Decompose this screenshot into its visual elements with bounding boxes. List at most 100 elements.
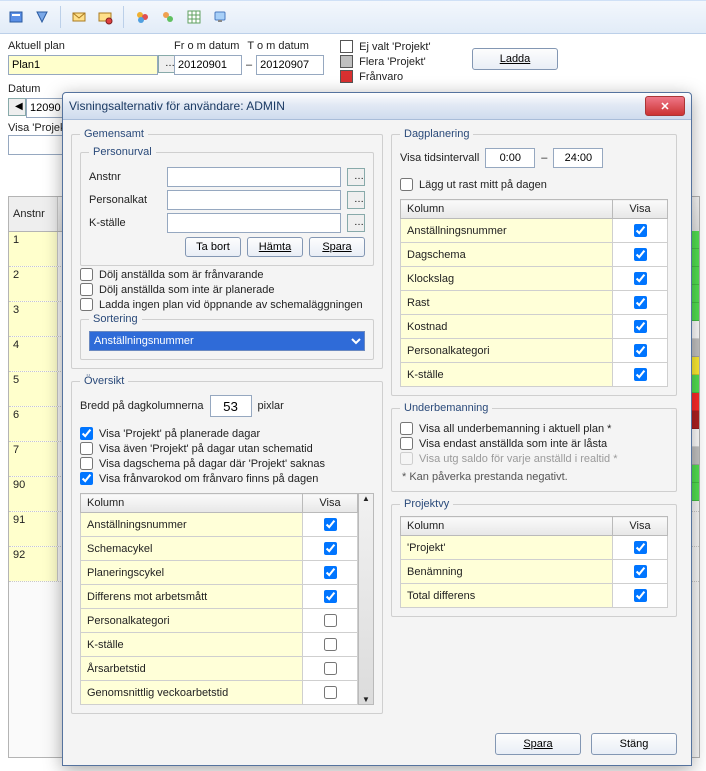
- table-cell-name: Personalkategori: [401, 339, 613, 363]
- toolbar-btn-4[interactable]: [93, 5, 117, 29]
- table-cell-name: Anställningsnummer: [81, 513, 303, 537]
- table-cell-name: K-ställe: [401, 363, 613, 387]
- lbl-ov-2: Visa även 'Projekt' på dagar utan schema…: [99, 443, 313, 455]
- separator: [60, 6, 61, 28]
- table-visa-checkbox[interactable]: [324, 686, 337, 699]
- chk-ov-3[interactable]: [80, 457, 93, 470]
- spara-urval-button[interactable]: Spara: [309, 237, 365, 257]
- projektvy-table[interactable]: KolumnVisa 'Projekt'BenämningTotal diffe…: [400, 516, 668, 608]
- plan-input[interactable]: [8, 55, 158, 75]
- lbl-hide-oplanerad: Dölj anställda som inte är planerade: [99, 284, 275, 296]
- to-date[interactable]: [256, 55, 324, 75]
- table-visa-checkbox[interactable]: [324, 542, 337, 555]
- legend-dag: Dagplanering: [400, 128, 473, 140]
- table-visa-checkbox[interactable]: [634, 224, 647, 237]
- scrollbar[interactable]: ▲▼: [358, 493, 374, 705]
- pick-personalkat[interactable]: …: [347, 191, 365, 209]
- datum-prev[interactable]: ◀: [8, 98, 26, 116]
- table-visa-checkbox[interactable]: [634, 589, 647, 602]
- row-number: 2: [9, 267, 58, 301]
- tabort-button[interactable]: Ta bort: [185, 237, 241, 257]
- table-visa-checkbox[interactable]: [634, 320, 647, 333]
- date-dash: –: [242, 59, 256, 71]
- row-number: 90: [9, 477, 58, 511]
- input-time-from[interactable]: [485, 148, 535, 168]
- toolbar-btn-2[interactable]: [30, 5, 54, 29]
- toolbar-btn-1[interactable]: [4, 5, 28, 29]
- ladda-button[interactable]: Ladda: [472, 48, 558, 70]
- table-visa-checkbox[interactable]: [324, 638, 337, 651]
- table-visa-checkbox[interactable]: [634, 272, 647, 285]
- chk-no-load[interactable]: [80, 298, 93, 311]
- tom-label: T o m datum: [247, 40, 309, 52]
- sort-select[interactable]: Anställningsnummer: [89, 331, 365, 351]
- th-visa: Visa: [613, 200, 668, 219]
- spara-button[interactable]: Spara: [495, 733, 581, 755]
- input-kstalle[interactable]: [167, 213, 341, 233]
- title-bar: Visningsalternativ för användare: ADMIN …: [63, 93, 691, 120]
- toolbar-btn-8[interactable]: [208, 5, 232, 29]
- table-cell-name: Total differens: [401, 584, 613, 608]
- input-personalkat[interactable]: [167, 190, 341, 210]
- lbl-intervall: Visa tidsintervall: [400, 152, 479, 164]
- chk-hide-franvaro[interactable]: [80, 268, 93, 281]
- table-cell-name: Planeringscykel: [81, 561, 303, 585]
- lbl-anstnr: Anstnr: [89, 171, 161, 183]
- table-visa-checkbox[interactable]: [634, 368, 647, 381]
- chk-ov-2[interactable]: [80, 442, 93, 455]
- toolbar-btn-3[interactable]: [67, 5, 91, 29]
- swatch-franvaro: [340, 70, 353, 83]
- lbl-rast: Lägg ut rast mitt på dagen: [419, 179, 547, 191]
- options-dialog: Visningsalternativ för användare: ADMIN …: [62, 92, 692, 766]
- table-visa-checkbox[interactable]: [634, 344, 647, 357]
- toolbar-btn-6[interactable]: [156, 5, 180, 29]
- table-visa-checkbox[interactable]: [324, 614, 337, 627]
- chk-ov-4[interactable]: [80, 472, 93, 485]
- lbl-personalkat: Personalkat: [89, 194, 161, 206]
- table-visa-checkbox[interactable]: [634, 565, 647, 578]
- chk-hide-oplanerad[interactable]: [80, 283, 93, 296]
- stang-button[interactable]: Stäng: [591, 733, 677, 755]
- dag-table[interactable]: KolumnVisa AnställningsnummerDagschemaKl…: [400, 199, 668, 387]
- col-anstnr: Anstnr: [9, 197, 58, 231]
- pick-anstnr[interactable]: …: [347, 168, 365, 186]
- input-bredd[interactable]: [210, 395, 252, 417]
- table-cell-name: Personalkategori: [81, 609, 303, 633]
- swatch-ej: [340, 40, 353, 53]
- pick-kstalle[interactable]: …: [347, 214, 365, 232]
- table-visa-checkbox[interactable]: [324, 662, 337, 675]
- row-number: 92: [9, 547, 58, 581]
- plan-header: Aktuell plan … Fr o m datum T o m datum …: [0, 34, 706, 83]
- chk-ov-1[interactable]: [80, 427, 93, 440]
- toolbar-btn-5[interactable]: [130, 5, 154, 29]
- input-time-to[interactable]: [553, 148, 603, 168]
- table-cell-name: Dagschema: [401, 243, 613, 267]
- swatch-flera: [340, 55, 353, 68]
- table-visa-checkbox[interactable]: [324, 518, 337, 531]
- chk-under-2[interactable]: [400, 437, 413, 450]
- input-anstnr[interactable]: [167, 167, 341, 187]
- table-visa-checkbox[interactable]: [634, 248, 647, 261]
- legend-personurval: Personurval: [89, 146, 156, 158]
- close-button[interactable]: ✕: [645, 96, 685, 116]
- oversikt-table[interactable]: KolumnVisa AnställningsnummerSchemacykel…: [80, 493, 358, 705]
- table-visa-checkbox[interactable]: [324, 566, 337, 579]
- table-visa-checkbox[interactable]: [634, 541, 647, 554]
- table-visa-checkbox[interactable]: [324, 590, 337, 603]
- toolbar-btn-7[interactable]: [182, 5, 206, 29]
- table-cell-name: Anställningsnummer: [401, 219, 613, 243]
- table-cell-name: Rast: [401, 291, 613, 315]
- dialog-title: Visningsalternativ för användare: ADMIN: [69, 99, 285, 113]
- group-oversikt: Översikt Bredd på dagkolumnerna pixlar V…: [71, 375, 383, 714]
- table-visa-checkbox[interactable]: [634, 296, 647, 309]
- row-number: 7: [9, 442, 58, 476]
- from-date[interactable]: [174, 55, 242, 75]
- chk-under-1[interactable]: [400, 422, 413, 435]
- legend-gemensamt: Gemensamt: [80, 128, 148, 140]
- th-visa: Visa: [613, 517, 668, 536]
- lbl-kstalle: K-ställe: [89, 217, 161, 229]
- legend-projvy: Projektvy: [400, 498, 453, 510]
- chk-rast[interactable]: [400, 178, 413, 191]
- hamta-button[interactable]: Hämta: [247, 237, 303, 257]
- th-kolumn: Kolumn: [401, 517, 613, 536]
